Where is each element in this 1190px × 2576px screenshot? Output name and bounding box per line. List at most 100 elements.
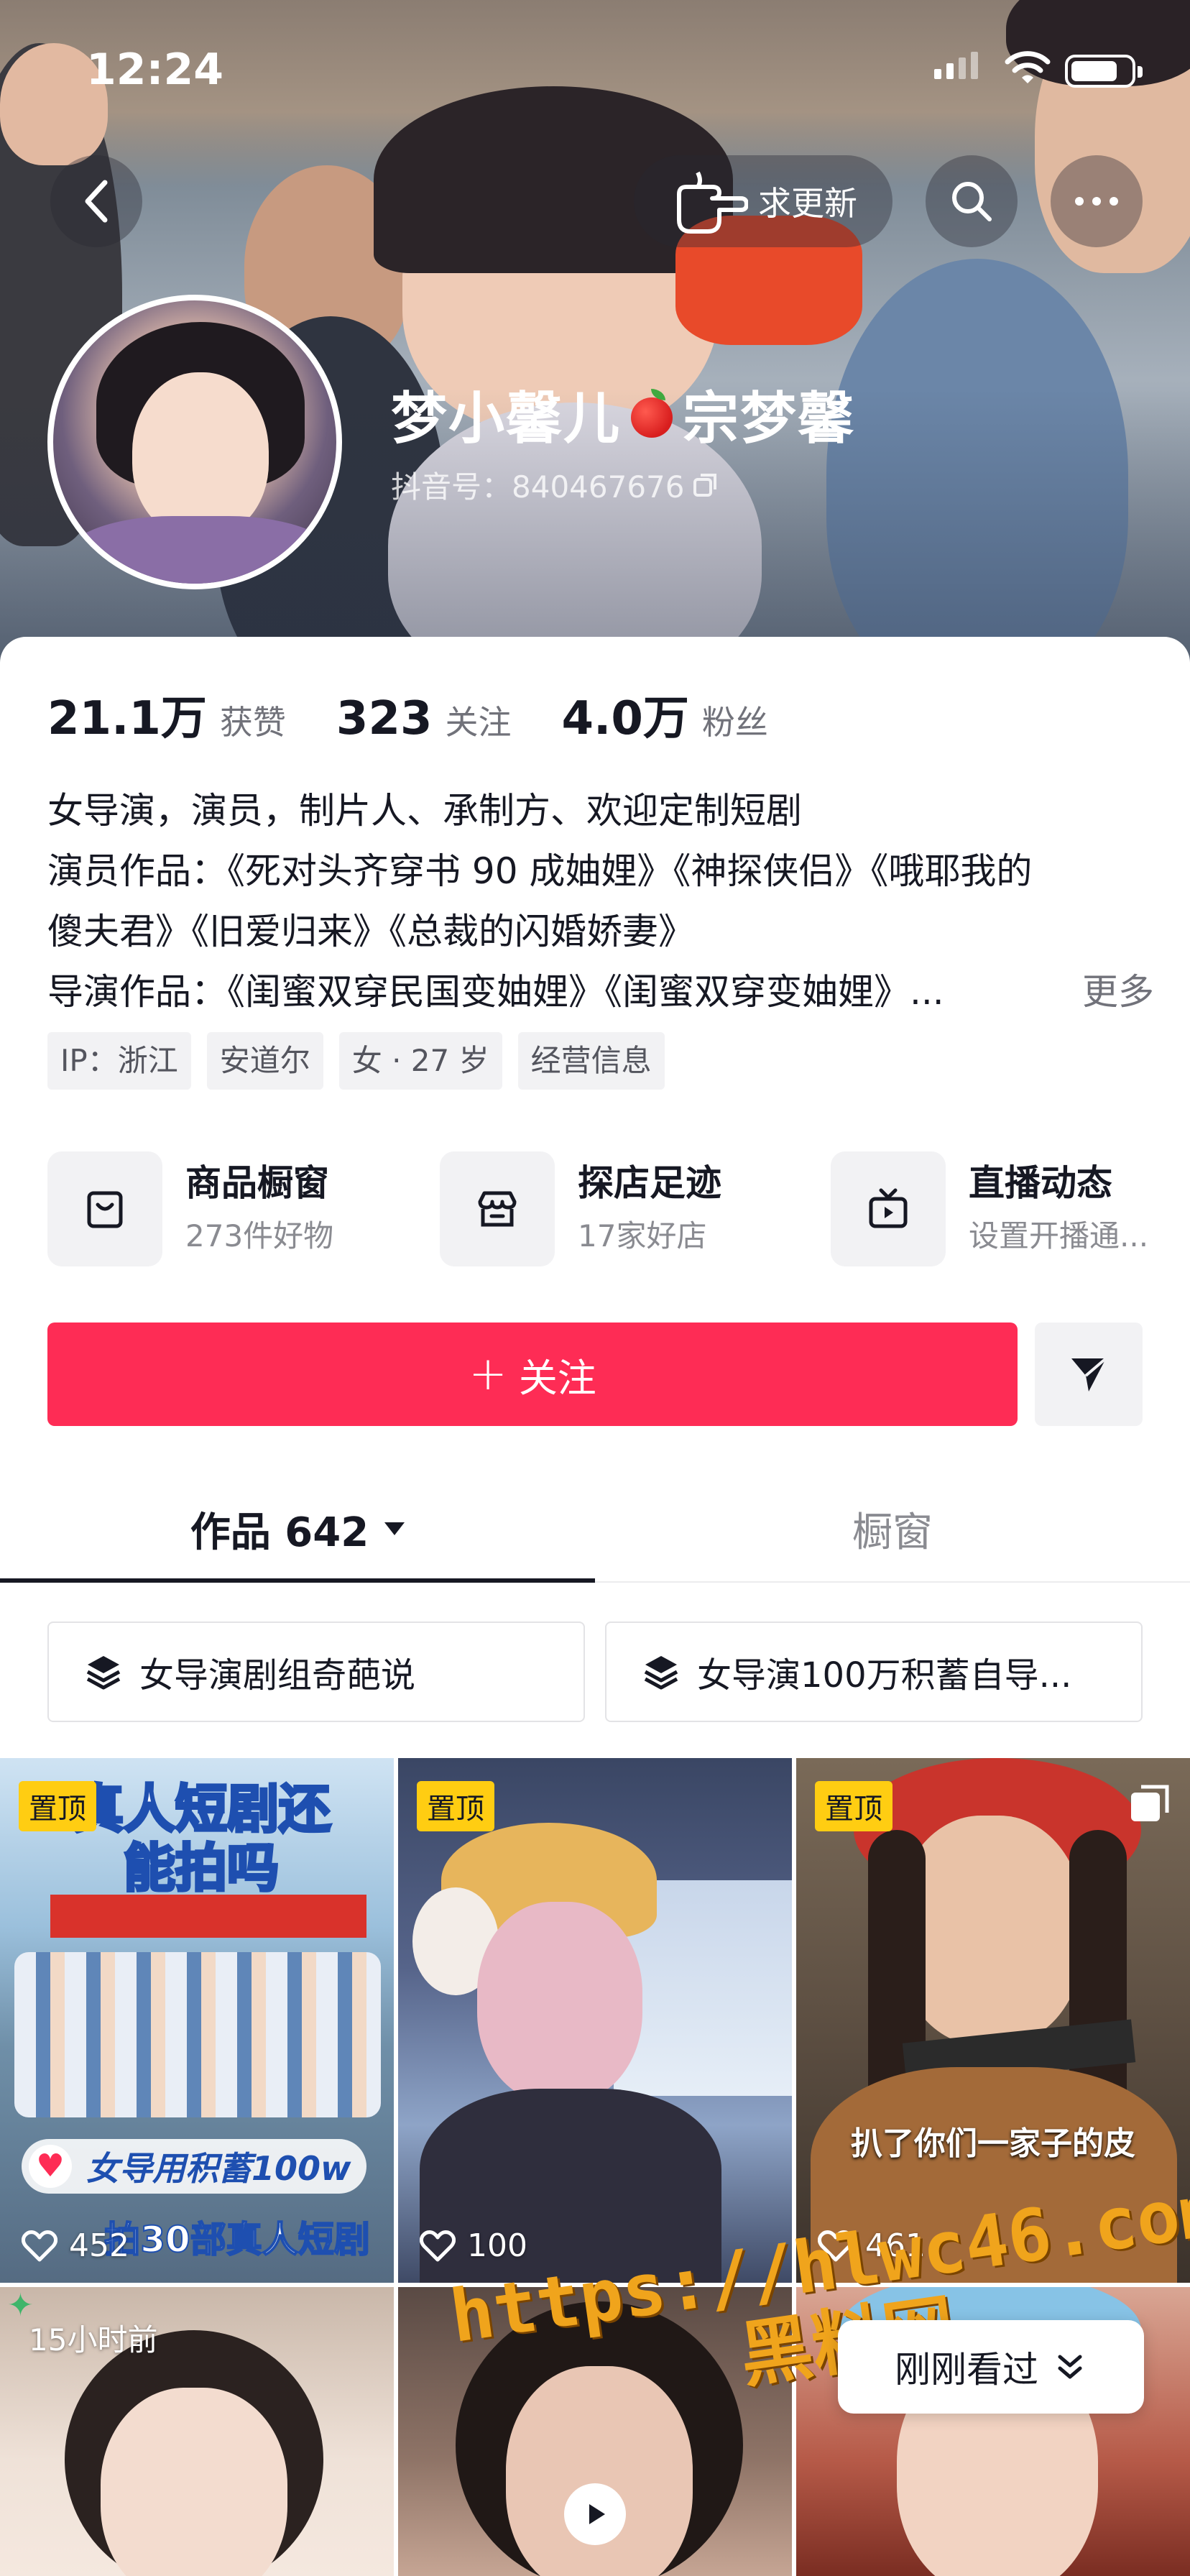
pinned-badge: 置顶 — [417, 1781, 494, 1831]
service-live[interactable]: 直播动态 设置开播通... — [831, 1151, 1148, 1266]
heart-outline-icon — [22, 2230, 57, 2261]
more-dot-icon — [1075, 197, 1084, 206]
service-subtitle: 设置开播通... — [969, 1218, 1149, 1254]
douyin-id-text: 抖音号：840467676 — [391, 469, 685, 505]
collections-row: 女导演剧组奇葩说 女导演100万积蓄自导... — [47, 1622, 1144, 1722]
double-chevron-down-icon — [1058, 2355, 1082, 2379]
video-caption-banner: ♥ 女导用积蓄100w — [22, 2139, 366, 2194]
service-title: 商品橱窗 — [185, 1162, 329, 1204]
battery-icon — [1065, 55, 1143, 88]
status-bar: 12:24 — [0, 0, 1190, 137]
video-likes: 100 — [420, 2227, 527, 2264]
avatar-sweater — [60, 516, 336, 584]
collection-chip[interactable]: 女导演剧组奇葩说 — [47, 1622, 585, 1722]
profile-bio: 女导演，演员，制片人、承制方、欢迎定制短剧 演员作品：《死对头齐穿书 90 成妯… — [47, 781, 1154, 1022]
video-caption-mid: 女导用积蓄100w — [86, 2149, 351, 2188]
profile-tags: IP：浙江 安道尔 女 · 27 岁 经营信息 — [47, 1032, 665, 1090]
service-entries: 商品橱窗 273件好物 探店足迹 17家好店 直播动态 设置开播通... — [47, 1151, 1176, 1266]
collection-label: 女导演剧组奇葩说 — [139, 1655, 416, 1696]
collection-chip[interactable]: 女导演100万积蓄自导... — [605, 1622, 1143, 1722]
send-icon — [1071, 1357, 1107, 1392]
chevron-left-icon — [85, 180, 108, 223]
service-icon-box — [440, 1151, 555, 1266]
content-tabs: 作品 642 橱窗 — [0, 1475, 1190, 1583]
layers-icon — [86, 1656, 121, 1690]
bio-line: 演员作品：《死对头齐穿书 90 成妯娌》《神探侠侣》《哦耶我的 — [47, 850, 1033, 892]
shopping-bag-icon — [87, 1191, 123, 1228]
more-dot-icon — [1110, 197, 1118, 206]
service-store-visits[interactable]: 探店足迹 17家好店 — [440, 1151, 721, 1266]
avatar[interactable] — [47, 295, 342, 589]
stat-followers[interactable]: 4.0万 粉丝 — [562, 681, 768, 748]
video-thumbnail[interactable]: ✦ 15小时前 — [0, 2287, 394, 2576]
video-banner-strip — [50, 1895, 366, 1938]
multi-image-icon — [1131, 1785, 1169, 1821]
video-caption-mid: 扒了你们一家子的皮 — [851, 2125, 1135, 2162]
video-time-ago: 15小时前 — [29, 2322, 158, 2358]
pinned-badge: 置顶 — [815, 1781, 892, 1831]
video-likes: 452 — [22, 2227, 129, 2264]
video-thumbnail[interactable]: 置顶 100 — [398, 1758, 792, 2283]
video-caption-footer: 拍30部真人短剧 — [103, 2218, 371, 2261]
video-person-face — [477, 1902, 642, 2103]
video-group-photo — [14, 1952, 381, 2117]
recently-viewed-label: 刚刚看过 — [895, 2349, 1038, 2391]
service-title: 直播动态 — [969, 1162, 1112, 1204]
caret-down-icon — [384, 1522, 405, 1535]
pinned-badge: 置顶 — [19, 1781, 96, 1831]
service-subtitle: 273件好物 — [185, 1218, 334, 1254]
plus-icon: + — [469, 1348, 507, 1401]
copy-icon — [693, 473, 716, 497]
profile-banner: 12:24 求更新 梦小馨儿 宗梦馨 抖音号：840467676 — [0, 0, 1190, 690]
tag-ip-location: IP：浙江 — [47, 1032, 191, 1090]
heart-filled-icon: ♥ — [29, 2145, 72, 2188]
video-person-face — [101, 2388, 287, 2576]
signal-icon — [934, 52, 978, 79]
stat-likes[interactable]: 21.1万 获赞 — [47, 681, 286, 748]
nickname-part1: 梦小馨儿 — [391, 387, 622, 451]
tab-showcase[interactable]: 橱窗 — [595, 1475, 1190, 1583]
tab-indicator — [0, 1578, 595, 1583]
request-update-label: 求更新 — [758, 184, 857, 223]
collection-label: 女导演100万积蓄自导... — [697, 1655, 1072, 1696]
service-icon-box — [831, 1151, 946, 1266]
stat-following[interactable]: 323 关注 — [336, 692, 512, 745]
service-showcase[interactable]: 商品橱窗 273件好物 — [47, 1151, 333, 1266]
follow-button[interactable]: + 关注 — [47, 1322, 1018, 1426]
stat-value: 4.0万 — [561, 692, 689, 745]
likes-count: 100 — [467, 2227, 527, 2264]
avatar-face — [132, 372, 269, 538]
apple-emoji-icon — [627, 389, 677, 439]
tv-icon — [869, 1188, 908, 1228]
search-icon — [952, 182, 992, 221]
follow-label: 关注 — [518, 1355, 596, 1401]
tag-region: 安道尔 — [206, 1032, 323, 1090]
bio-line: 导演作品：《闺蜜双穿民国变妯娌》《闺蜜双穿变妯娌》... — [47, 971, 944, 1013]
stat-label: 关注 — [445, 703, 512, 742]
stat-value: 21.1万 — [47, 692, 207, 745]
stat-label: 获赞 — [219, 703, 286, 742]
request-update-button[interactable]: 求更新 — [634, 155, 892, 247]
tag-business-info[interactable]: 经营信息 — [517, 1032, 665, 1090]
heart-outline-icon — [420, 2230, 456, 2261]
more-options-button[interactable] — [1051, 155, 1143, 247]
bio-line: 女导演，演员，制片人、承制方、欢迎定制短剧 — [47, 790, 802, 832]
search-button[interactable] — [926, 155, 1018, 247]
tab-works[interactable]: 作品 642 — [0, 1475, 595, 1583]
video-thumbnail[interactable]: 真人短剧还 能拍吗 ♥ 女导用积蓄100w 拍30部真人短剧 置顶 452 — [0, 1758, 394, 2283]
bio-line: 傻夫君》《旧爱归来》《总裁的闪婚娇妻》 — [47, 911, 694, 952]
pointing-hand-icon — [677, 171, 748, 234]
bio-more-link[interactable]: 更多 — [1082, 962, 1154, 1022]
tab-works-label: 作品 642 — [190, 1509, 369, 1556]
play-button[interactable] — [564, 2483, 626, 2545]
wifi-icon — [1005, 51, 1051, 83]
video-grid: 真人短剧还 能拍吗 ♥ 女导用积蓄100w 拍30部真人短剧 置顶 452 置顶… — [0, 1758, 1190, 2576]
message-button[interactable] — [1035, 1322, 1143, 1426]
store-icon — [478, 1191, 517, 1227]
back-button[interactable] — [50, 155, 142, 247]
douyin-id[interactable]: 抖音号：840467676 — [391, 463, 719, 507]
play-icon — [589, 2504, 605, 2524]
tab-showcase-label: 橱窗 — [852, 1509, 933, 1556]
stat-value: 323 — [336, 692, 433, 745]
recently-viewed-button[interactable]: 刚刚看过 — [838, 2320, 1144, 2414]
